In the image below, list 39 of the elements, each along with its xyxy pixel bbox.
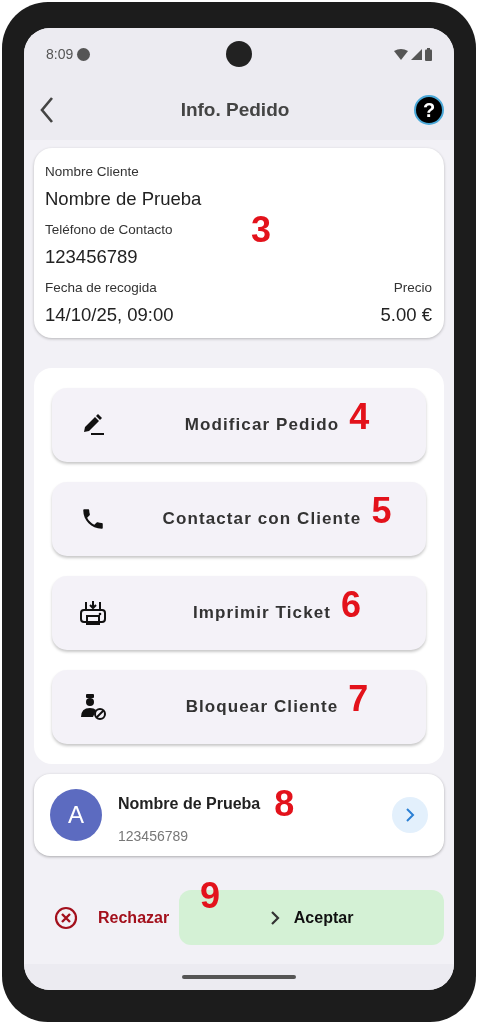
chevron-right-icon: [405, 807, 415, 823]
reject-button[interactable]: Rechazar: [42, 890, 182, 945]
annotation-number: 5: [371, 493, 392, 529]
client-phone: 123456789: [118, 828, 190, 844]
help-button[interactable]: ?: [414, 95, 444, 125]
field-label: Teléfono de Contacto: [45, 222, 173, 237]
wifi-icon: [394, 48, 408, 60]
pencil-icon: [81, 413, 105, 437]
annotation-number: 8: [274, 786, 295, 822]
client-name: Nombre de Prueba: [118, 795, 261, 813]
action-button[interactable]: Contactar con Cliente 5: [52, 482, 426, 556]
signal-icon: [411, 48, 422, 60]
back-icon[interactable]: [38, 96, 56, 124]
printer-icon: [79, 599, 107, 627]
field-label: Fecha de recogida: [45, 280, 157, 295]
action-button[interactable]: Modificar Pedido 4: [52, 388, 426, 462]
field-value: Nombre de Prueba: [45, 188, 202, 210]
field-label: Nombre Cliente: [45, 164, 139, 179]
annotation-number: 4: [349, 399, 370, 435]
close-circle-icon: [54, 905, 78, 930]
field-value: 5.00 €: [380, 304, 432, 326]
screen-title: Info. Pedido: [179, 99, 291, 121]
notification-dot-icon: [77, 47, 91, 61]
annotation-number: 6: [341, 587, 362, 623]
chevron-right-icon: [269, 909, 280, 926]
action-button[interactable]: Bloquear Cliente 7: [52, 670, 426, 744]
battery-icon: [425, 47, 432, 61]
field-label: Precio: [393, 280, 432, 295]
field-value: 14/10/25, 09:00: [45, 304, 174, 326]
field-value: 123456789: [45, 246, 138, 268]
phone-icon: [80, 506, 106, 532]
annotation-number: 7: [348, 681, 369, 717]
action-button[interactable]: Imprimir Ticket 6: [52, 576, 426, 650]
annotation-number: 3: [251, 212, 272, 248]
status-time: 8:09: [46, 46, 74, 62]
open-client-button[interactable]: [392, 797, 428, 833]
blocked-user-icon: [79, 693, 107, 721]
avatar: A: [50, 789, 102, 841]
camera-hole: [226, 41, 252, 67]
